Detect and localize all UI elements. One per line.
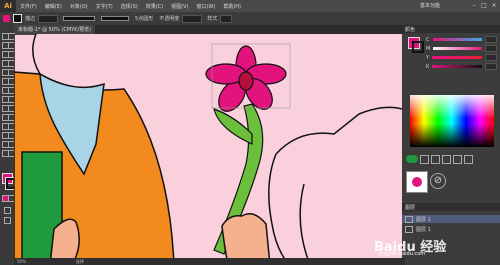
layer-name: 图层 1: [416, 226, 431, 233]
maximize-icon[interactable]: □: [480, 2, 488, 9]
m-value[interactable]: [485, 45, 497, 52]
screen-mode-icon[interactable]: [4, 217, 11, 224]
stroke-weight-field[interactable]: [38, 14, 59, 23]
status-bar: 50% 选择: [14, 258, 405, 265]
layers-panel-header[interactable]: 图层: [402, 203, 500, 211]
right-panel: 颜色 C M Y K ⊘ 图层 图层 1 图层 1: [402, 25, 500, 265]
layer-row[interactable]: 图层 1: [402, 225, 500, 233]
close-icon[interactable]: ×: [490, 2, 498, 9]
document-tabbar: 未标题-1* @ 50% (CMYK/预览): [14, 25, 402, 34]
y-slider-row[interactable]: Y: [420, 53, 500, 62]
stroke-label: 描边: [25, 16, 36, 22]
c-slider[interactable]: [432, 38, 482, 41]
menu-file[interactable]: 文件(F): [16, 3, 41, 10]
panel-tool-icon[interactable]: [464, 154, 473, 164]
menu-effect[interactable]: 效果(C): [142, 3, 167, 10]
panel-tool-icon[interactable]: [453, 154, 462, 164]
c-slider-row[interactable]: C: [420, 35, 500, 44]
panel-tool-icon[interactable]: [431, 154, 440, 164]
menu-select[interactable]: 选择(S): [117, 3, 142, 10]
control-bar: 描边 5点圆形 不透明度 样式: [0, 12, 500, 25]
color-spectrum[interactable]: [410, 95, 494, 147]
draw-mode-icon[interactable]: [4, 207, 11, 214]
stroke-swatch[interactable]: [13, 14, 22, 23]
fill-swatch[interactable]: [3, 15, 10, 22]
opacity-field[interactable]: [182, 14, 203, 23]
m-slider[interactable]: [433, 47, 482, 50]
menu-type[interactable]: 文字(T): [92, 3, 117, 10]
c-value[interactable]: [485, 36, 497, 43]
k-value[interactable]: [485, 63, 497, 70]
status-mode: 选择: [75, 258, 84, 264]
workspace-switcher[interactable]: 基本功能: [420, 2, 440, 9]
sogou-icon[interactable]: [406, 155, 418, 163]
color-panel-header[interactable]: 颜色: [402, 25, 500, 33]
minimize-icon[interactable]: –: [470, 2, 478, 9]
menu-bar: Ai 文件(F) 编辑(E) 对象(O) 文字(T) 选择(S) 效果(C) 视…: [0, 0, 500, 12]
opacity-label[interactable]: 不透明度: [159, 15, 179, 22]
menu-edit[interactable]: 编辑(E): [41, 3, 66, 10]
k-label: K: [426, 63, 430, 70]
c-label: C: [426, 36, 430, 43]
pt-label: 5点圆形: [135, 16, 154, 22]
panel-tool-icon[interactable]: [442, 154, 451, 164]
menu-help[interactable]: 帮助(H): [219, 3, 245, 10]
layer-name: 图层 1: [416, 216, 431, 223]
style-label: 样式: [207, 16, 218, 22]
app-logo: Ai: [0, 0, 16, 12]
panel-tool-icon[interactable]: [420, 154, 429, 164]
visibility-eye-icon[interactable]: [405, 215, 413, 223]
baidu-watermark-url: jingyan.baidu.com: [379, 251, 426, 257]
panel-toolbar: [406, 153, 498, 165]
brush-definition[interactable]: [101, 16, 130, 21]
style-picker[interactable]: [220, 14, 233, 23]
menu-window[interactable]: 窗口(W): [192, 3, 219, 10]
document-tab[interactable]: 未标题-1* @ 50% (CMYK/预览): [14, 25, 96, 34]
y-slider[interactable]: [432, 56, 482, 59]
menu-view[interactable]: 视图(V): [167, 3, 192, 10]
k-slider-row[interactable]: K: [420, 62, 500, 71]
k-slider[interactable]: [432, 65, 482, 68]
m-slider-row[interactable]: M: [420, 44, 500, 53]
menu-object[interactable]: 对象(O): [66, 3, 92, 10]
flower-thumbnail[interactable]: [406, 171, 428, 193]
artwork: [14, 34, 402, 265]
none-swatch-icon[interactable]: ⊘: [430, 173, 446, 189]
flower-center: [238, 71, 254, 91]
m-label: M: [426, 45, 431, 52]
zoom-level[interactable]: 50%: [17, 259, 26, 264]
tools-panel: [0, 25, 17, 265]
variable-width-profile[interactable]: [63, 16, 96, 21]
layer-row[interactable]: 图层 1: [402, 215, 500, 223]
y-label: Y: [426, 54, 430, 61]
artboard-canvas[interactable]: [14, 34, 402, 265]
visibility-eye-icon[interactable]: [405, 225, 413, 233]
y-value[interactable]: [485, 54, 497, 61]
